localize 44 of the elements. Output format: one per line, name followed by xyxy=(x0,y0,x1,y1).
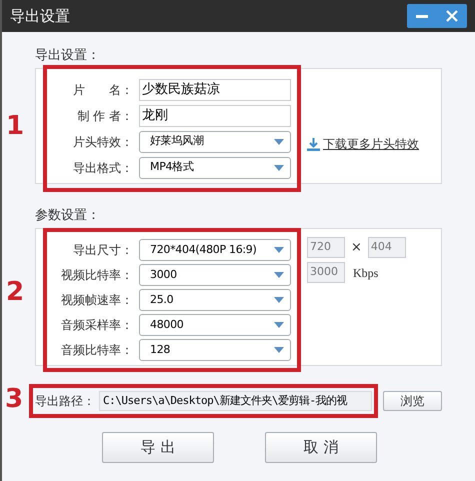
annotation-number: 2 xyxy=(6,279,24,305)
minimize-icon xyxy=(416,14,428,18)
field-label: 片 名： xyxy=(73,82,133,98)
field-label: 视频帧速率： xyxy=(61,292,133,309)
annotation-number: 3 xyxy=(5,386,24,412)
caret-icon xyxy=(274,272,284,278)
browse-button[interactable]: 浏览 xyxy=(383,391,442,411)
close-icon xyxy=(446,10,458,22)
close-button[interactable] xyxy=(437,4,467,28)
dropdown[interactable]: 128 xyxy=(139,339,291,361)
dropdown[interactable]: 好莱坞风潮 xyxy=(139,130,291,152)
caret-icon xyxy=(274,322,284,328)
dropdown[interactable]: 25.0 xyxy=(139,289,291,311)
caret-icon xyxy=(274,297,284,303)
field-label: 音频比特率： xyxy=(61,342,133,359)
dialog-button[interactable]: 取 消 xyxy=(265,432,377,463)
field-label: 导出尺寸： xyxy=(73,242,133,259)
window-title: 导出设置 xyxy=(10,6,70,27)
caret-icon xyxy=(274,138,284,144)
field-label: 音频采样率： xyxy=(61,317,133,334)
minimize-button[interactable] xyxy=(407,4,437,28)
times-sign: × xyxy=(351,238,362,257)
section-heading: 参数设置： xyxy=(35,207,101,224)
annotation-number: 1 xyxy=(6,113,24,139)
field-label: 片头特效： xyxy=(73,134,133,150)
field-label: 制 作 者： xyxy=(77,108,133,124)
dropdown[interactable]: 3000 xyxy=(139,264,291,286)
download-link[interactable]: 下载更多片头特效 xyxy=(323,135,419,153)
section-heading: 导出设置： xyxy=(35,47,101,64)
dropdown[interactable]: 720*404(480P 16:9) xyxy=(139,239,291,261)
field-label: 视频比特率： xyxy=(61,267,133,284)
download-icon xyxy=(307,138,320,150)
field-label: 导出路径： xyxy=(35,393,95,410)
text-field[interactable]: 龙刚 xyxy=(139,104,291,126)
dropdown[interactable]: MP4格式 xyxy=(139,156,291,178)
path-field[interactable]: C:\Users\a\Desktop\新建文件夹\爱剪辑-我的视 xyxy=(99,391,372,411)
dropdown[interactable]: 48000 xyxy=(139,314,291,336)
caret-icon xyxy=(274,164,284,170)
field-label: 导出格式： xyxy=(73,160,133,176)
text-field[interactable]: 少数民族菇凉 xyxy=(139,78,291,100)
caret-icon xyxy=(274,347,284,353)
unit-label: Kbps xyxy=(353,264,378,282)
caret-icon xyxy=(274,247,284,253)
dialog-button[interactable]: 导 出 xyxy=(102,432,214,463)
